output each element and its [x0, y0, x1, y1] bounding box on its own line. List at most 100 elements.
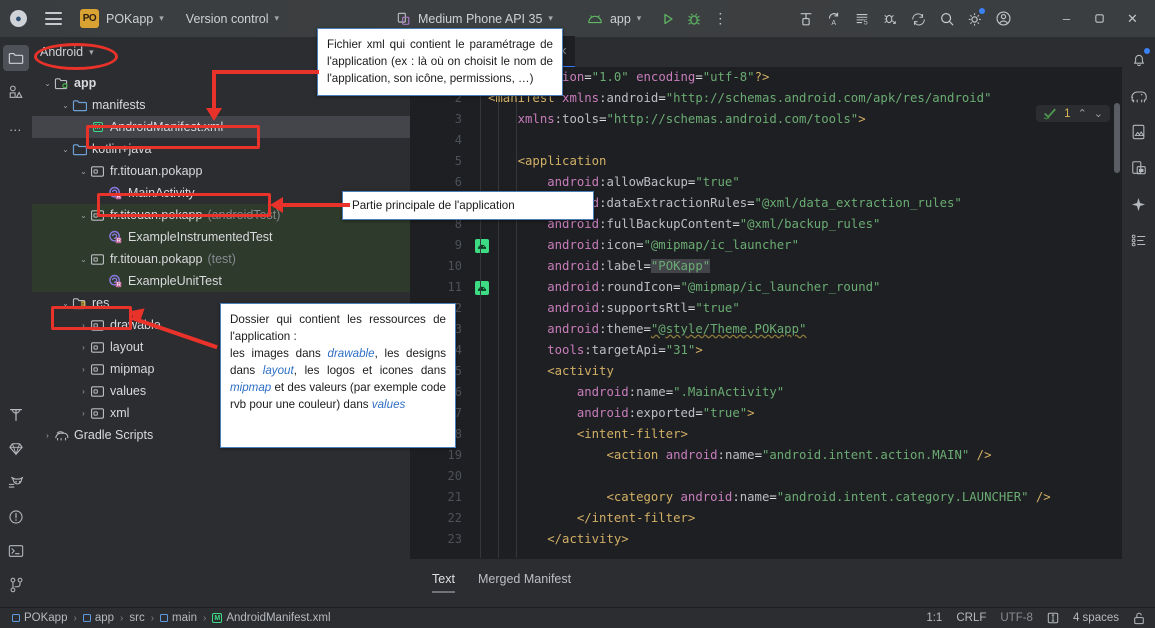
- tab-merged-manifest[interactable]: Merged Manifest: [478, 567, 571, 591]
- res-term-mipmap: mipmap: [230, 381, 272, 394]
- sidebar-item-terminal[interactable]: [3, 538, 29, 564]
- folder-icon: [8, 52, 24, 64]
- tree-item-icon: [53, 429, 70, 442]
- tree-item-label: mipmap: [110, 362, 155, 376]
- minimize-icon: –: [1062, 11, 1071, 26]
- code-with-me-icon: A: [829, 12, 839, 27]
- chevron-down-icon[interactable]: ⌄: [78, 255, 89, 264]
- device-manager-button[interactable]: [904, 0, 933, 37]
- more-actions-button[interactable]: ⋮: [707, 0, 734, 37]
- gem-icon: [9, 443, 23, 456]
- debug-button[interactable]: [681, 0, 707, 37]
- sidebar-item-project[interactable]: [3, 45, 29, 71]
- callout-res-description: Dossier qui contient les ressources de l…: [220, 303, 456, 448]
- line-number: 20: [447, 469, 462, 483]
- device-icon: [397, 12, 410, 25]
- make-project-button[interactable]: [792, 0, 820, 37]
- settings-button[interactable]: [961, 0, 989, 37]
- chevron-right-icon[interactable]: ›: [78, 387, 89, 396]
- callout-manifest-text: Fichier xml qui contient le paramétrage …: [327, 38, 553, 85]
- app-inspection-button[interactable]: [876, 0, 904, 37]
- sidebar-item-build[interactable]: [3, 402, 29, 428]
- code-line: <action android:name="android.intent.act…: [606, 448, 992, 462]
- line-separator[interactable]: CRLF: [956, 612, 986, 624]
- code-with-me-button[interactable]: A: [820, 0, 848, 37]
- chevron-down-icon[interactable]: ⌄: [42, 79, 53, 88]
- sidebar-item-version-control[interactable]: [3, 572, 29, 598]
- sidebar-item-device-file-explorer[interactable]: [1126, 119, 1152, 145]
- code-line: <manifest xmlns:android="http://schemas.…: [488, 91, 992, 105]
- annotation-box-android-manifest: [86, 125, 260, 149]
- annotation-arrow-manifest-head: [206, 108, 222, 121]
- code-line: </intent-filter>: [576, 511, 696, 525]
- sidebar-item-logcat[interactable]: [3, 470, 29, 496]
- tree-item-exampleunittest[interactable]: R ExampleUnitTest: [32, 270, 410, 292]
- account-button[interactable]: [989, 0, 1018, 37]
- module-icon: [12, 614, 20, 622]
- chevron-right-icon[interactable]: ›: [78, 409, 89, 418]
- sidebar-item-problems[interactable]: [3, 504, 29, 530]
- main-menu-button[interactable]: [33, 0, 74, 37]
- tab-text[interactable]: Text: [432, 567, 455, 593]
- code-line: <?xml version="1.0" encoding="utf-8"?>: [488, 70, 770, 84]
- run-configuration-selector[interactable]: app ▾: [581, 0, 647, 37]
- sidebar-item-resource-manager[interactable]: [3, 79, 29, 105]
- status-bar-right: 1:1 CRLF UTF-8 4 spaces: [926, 612, 1155, 625]
- line-number: 3: [454, 112, 462, 126]
- previous-problem-button[interactable]: ⌃: [1078, 107, 1087, 120]
- breadcrumb-item[interactable]: main: [156, 612, 201, 624]
- breadcrumb-item[interactable]: POKapp: [8, 612, 71, 624]
- chevron-right-icon[interactable]: ›: [78, 365, 89, 374]
- minimize-window-button[interactable]: –: [1050, 0, 1083, 37]
- sidebar-item-running-devices[interactable]: [1126, 155, 1152, 181]
- breadcrumb-item[interactable]: app: [79, 612, 118, 624]
- android-studio-logo-button[interactable]: ●: [0, 0, 33, 37]
- run-button[interactable]: [655, 0, 681, 37]
- chevron-down-icon[interactable]: ⌄: [60, 101, 71, 110]
- run-icon: [664, 13, 673, 24]
- warning-circle-icon: [9, 510, 23, 524]
- project-selector[interactable]: PO POKapp ▾: [74, 0, 170, 37]
- tree-item-fr-titouan-pokapp[interactable]: ⌄ fr.titouan.pokapp (test): [32, 248, 410, 270]
- tree-item-icon: [89, 341, 106, 354]
- close-window-button[interactable]: ✕: [1116, 0, 1155, 37]
- chevron-right-icon[interactable]: ›: [78, 343, 89, 352]
- chevron-down-icon: ▾: [636, 13, 642, 23]
- logcat-button[interactable]: 5: [848, 0, 876, 37]
- maximize-window-button[interactable]: [1083, 0, 1116, 37]
- unlocked-icon[interactable]: [1133, 612, 1145, 625]
- caret-position[interactable]: 1:1: [926, 612, 942, 624]
- chevron-down-icon[interactable]: ⌄: [78, 167, 89, 176]
- tree-item-fr-titouan-pokapp[interactable]: ⌄ fr.titouan.pokapp: [32, 160, 410, 182]
- file-encoding[interactable]: UTF-8: [1000, 612, 1033, 624]
- chevron-down-icon[interactable]: ⌄: [60, 145, 71, 154]
- editor-code-text[interactable]: <?xml version="1.0" encoding="utf-8"?> <m…: [488, 67, 1122, 559]
- next-problem-button[interactable]: ⌄: [1094, 107, 1103, 120]
- project-name-label: POKapp: [106, 11, 154, 26]
- editor-fold-column[interactable]: [470, 67, 517, 559]
- indent-setting[interactable]: 4 spaces: [1073, 612, 1119, 624]
- column-selection-icon[interactable]: [1047, 612, 1059, 624]
- tree-item-exampleinstrumentedtest[interactable]: R ExampleInstrumentedTest: [32, 226, 410, 248]
- sidebar-item-gradle[interactable]: [3, 436, 29, 462]
- inspection-widget[interactable]: 1 ⌃ ⌄: [1036, 105, 1110, 122]
- sidebar-item-gradle-panel[interactable]: [1126, 83, 1152, 109]
- indent-guide: [480, 67, 481, 559]
- annotation-arrow-mainactivity-shaft: [282, 203, 350, 207]
- editor-vertical-scrollbar[interactable]: [1114, 103, 1120, 173]
- chevron-down-icon[interactable]: ⌄: [78, 211, 89, 220]
- column-selection-glyph: [1047, 612, 1059, 624]
- sidebar-item-bookmarks[interactable]: [1126, 227, 1152, 253]
- sidebar-item-gemini[interactable]: [1126, 191, 1152, 217]
- code-editor[interactable]: 1234567891011121314151617181920212223 <?…: [410, 67, 1122, 559]
- svg-text:A: A: [832, 19, 837, 27]
- code-line: android:label="POKapp": [547, 259, 711, 273]
- version-control-menu[interactable]: Version control ▾: [180, 0, 285, 37]
- chevron-right-icon[interactable]: ›: [42, 431, 53, 440]
- breadcrumb-item[interactable]: src: [125, 612, 148, 624]
- kotlin-class-icon: R: [109, 274, 122, 288]
- sidebar-item-more[interactable]: …: [3, 113, 29, 139]
- search-everywhere-button[interactable]: [933, 0, 961, 37]
- breadcrumb-item[interactable]: M AndroidManifest.xml: [208, 612, 334, 624]
- sidebar-item-notifications[interactable]: [1126, 47, 1152, 73]
